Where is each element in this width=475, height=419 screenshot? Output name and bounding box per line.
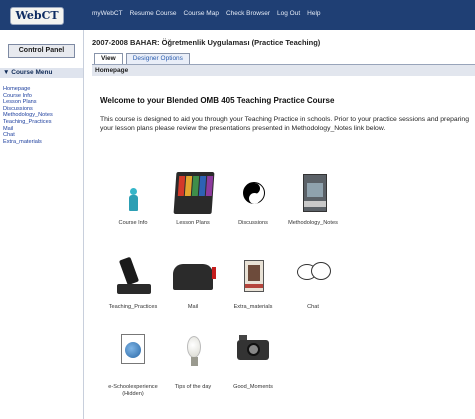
tile-mail[interactable]: Mail	[163, 250, 223, 311]
course-menu-list: Homepage Course Info Lesson Plans Discus…	[3, 86, 53, 145]
tile-label: Extra_materials	[233, 304, 273, 310]
methodology-notes-icon	[283, 166, 343, 218]
sidebar-item-homepage[interactable]: Homepage	[3, 86, 53, 93]
welcome-heading: Welcome to your Blended OMB 405 Teaching…	[100, 96, 335, 105]
tab-view[interactable]: View	[94, 53, 123, 64]
tile-label: Tips of the day	[174, 384, 212, 390]
teaching-practices-icon	[103, 250, 163, 302]
tile-chat[interactable]: Chat	[283, 250, 343, 311]
tile-label: Teaching_Practices	[108, 304, 158, 310]
lesson-plans-icon	[163, 166, 223, 218]
extra-materials-icon	[223, 250, 283, 302]
nav-mywebct[interactable]: myWebCT	[92, 10, 123, 17]
tile-teaching-practices[interactable]: Teaching_Practices	[103, 250, 163, 311]
view-tabs: View Designer Options	[94, 53, 190, 64]
tile-label: Lesson Plans	[176, 220, 210, 226]
page-label-bar: Homepage	[92, 64, 475, 76]
webct-logo[interactable]: WebCT	[10, 7, 64, 25]
sidebar-item-chat[interactable]: Chat	[3, 132, 53, 139]
tile-methodology-notes[interactable]: Methodology_Notes	[283, 166, 343, 227]
tile-label: Chat	[307, 304, 319, 310]
sidebar-item-mail[interactable]: Mail	[3, 126, 53, 133]
tile-e-school[interactable]: e-Schoolexperience (Hidden)	[103, 330, 163, 398]
course-info-icon	[103, 166, 163, 218]
discussions-icon	[223, 166, 283, 218]
tile-label: Good_Moments	[233, 384, 273, 390]
tile-label: e-Schoolexperience (Hidden)	[108, 384, 158, 397]
chat-icon	[283, 250, 343, 302]
nav-log-out[interactable]: Log Out	[277, 10, 300, 17]
tile-tips-of-the-day[interactable]: Tips of the day	[163, 330, 223, 391]
sidebar-item-discussions[interactable]: Discussions	[3, 106, 53, 113]
tile-label: Methodology_Notes	[288, 220, 338, 226]
left-sidebar: Control Panel ▼ Course Menu Homepage Cou…	[0, 30, 84, 419]
tile-label: Course Info	[118, 220, 148, 226]
control-panel-button[interactable]: Control Panel	[8, 44, 75, 58]
nav-check-browser[interactable]: Check Browser	[226, 10, 270, 17]
course-title: 2007-2008 BAHAR: Öğretmenlik Uygulaması …	[92, 38, 321, 47]
tile-discussions[interactable]: Discussions	[223, 166, 283, 227]
intro-text: This course is designed to aid you throu…	[100, 116, 469, 132]
sidebar-item-methodology-notes[interactable]: Methodology_Notes	[3, 112, 53, 119]
course-menu-header: ▼ Course Menu	[0, 68, 83, 78]
tile-label: Discussions	[238, 220, 268, 226]
nav-help[interactable]: Help	[307, 10, 320, 17]
tile-course-info[interactable]: Course Info	[103, 166, 163, 227]
top-nav-links: myWebCT Resume Course Course Map Check B…	[92, 10, 321, 17]
sidebar-item-course-info[interactable]: Course Info	[3, 93, 53, 100]
sidebar-item-lesson-plans[interactable]: Lesson Plans	[3, 99, 53, 106]
course-menu-title: Course Menu	[11, 69, 53, 76]
nav-course-map[interactable]: Course Map	[184, 10, 219, 17]
mail-icon	[163, 250, 223, 302]
nav-resume-course[interactable]: Resume Course	[130, 10, 177, 17]
e-school-icon	[103, 330, 163, 382]
tips-icon	[163, 330, 223, 382]
top-navigation-bar: WebCT myWebCT Resume Course Course Map C…	[0, 0, 475, 30]
good-moments-icon	[223, 330, 283, 382]
tile-extra-materials[interactable]: Extra_materials	[223, 250, 283, 311]
sidebar-item-teaching-practices[interactable]: Teaching_Practices	[3, 119, 53, 126]
tab-designer-options[interactable]: Designer Options	[125, 53, 190, 64]
sidebar-item-extra-materials[interactable]: Extra_materials	[3, 139, 53, 146]
tile-good-moments[interactable]: Good_Moments	[223, 330, 283, 391]
tile-label: Mail	[187, 304, 199, 310]
tile-lesson-plans[interactable]: Lesson Plans	[163, 166, 223, 227]
